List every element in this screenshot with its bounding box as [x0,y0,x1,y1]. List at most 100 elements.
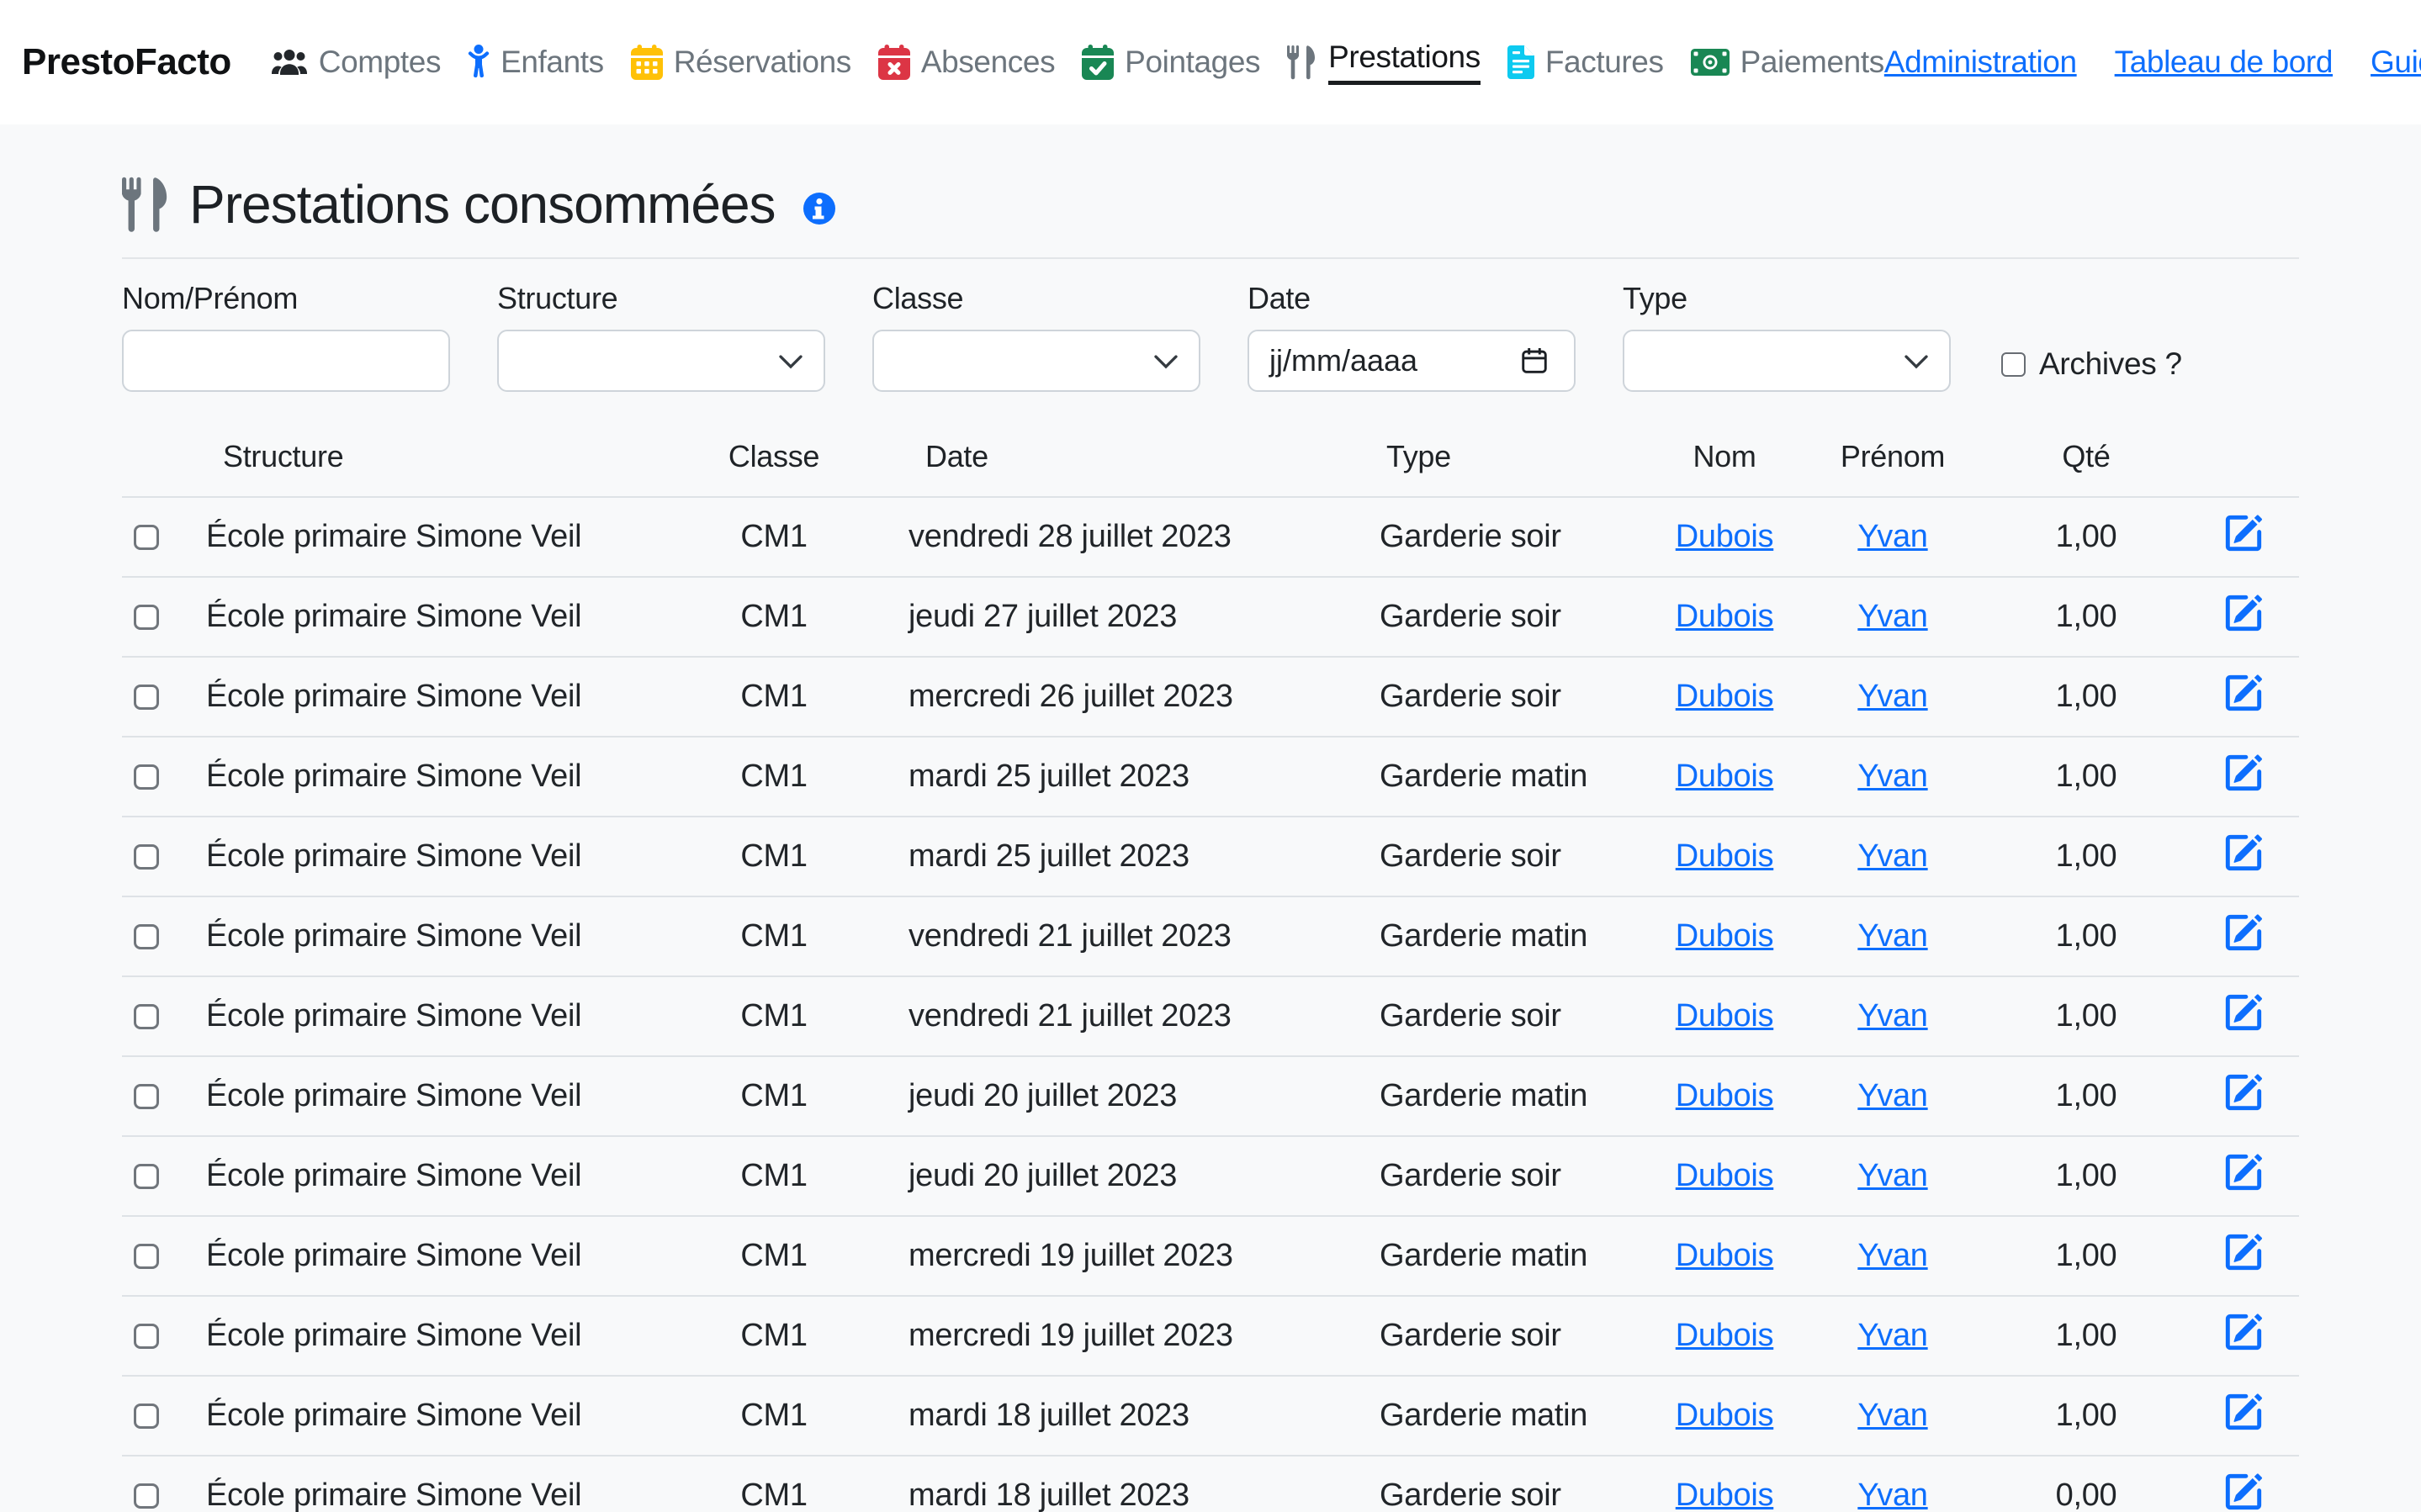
prenom-link[interactable]: Yvan [1857,1158,1927,1193]
nom-link[interactable]: Dubois [1676,759,1774,794]
prenom-link[interactable]: Yvan [1857,1478,1927,1512]
classe-cell: CM1 [673,657,875,737]
row-checkbox[interactable] [134,924,159,949]
row-checkbox[interactable] [134,1164,159,1189]
row-checkbox[interactable] [134,1244,159,1269]
table-row: École primaire Simone Veil CM1 jeudi 20 … [122,1056,2299,1136]
nom-link[interactable]: Dubois [1676,838,1774,874]
prenom-link[interactable]: Yvan [1857,1318,1927,1353]
row-checkbox[interactable] [134,1483,159,1509]
classe-cell: CM1 [673,896,875,976]
administration-link[interactable]: Administration [1884,45,2077,80]
edit-row-button[interactable] [2224,1313,2263,1351]
table-row: École primaire Simone Veil CM1 jeudi 27 … [122,577,2299,657]
qte-cell: 1,00 [1985,577,2187,657]
guide-link[interactable]: Guide [2371,45,2421,80]
header-actions [2187,424,2299,497]
classe-cell: CM1 [673,1056,875,1136]
nav-item-comptes[interactable]: Comptes [271,45,441,80]
prenom-link[interactable]: Yvan [1857,679,1927,714]
money-bill-icon [1691,49,1730,76]
edit-row-button[interactable] [2224,1233,2263,1271]
date-cell: mercredi 19 juillet 2023 [875,1216,1346,1296]
edit-row-button[interactable] [2224,833,2263,872]
nom-link[interactable]: Dubois [1676,1078,1774,1113]
qte-cell: 1,00 [1985,1136,2187,1216]
nom-link[interactable]: Dubois [1676,918,1774,954]
nav-item-prestations[interactable]: Prestations [1287,40,1481,85]
edit-row-button[interactable] [2224,993,2263,1032]
edit-row-button[interactable] [2224,753,2263,792]
nom-link[interactable]: Dubois [1676,679,1774,714]
nom-link[interactable]: Dubois [1676,998,1774,1034]
archives-checkbox[interactable] [2001,352,2026,377]
archives-label: Archives ? [2039,346,2182,382]
row-checkbox[interactable] [134,605,159,630]
type-select[interactable] [1623,330,1951,392]
prenom-link[interactable]: Yvan [1857,519,1927,554]
nom-link[interactable]: Dubois [1676,1158,1774,1193]
header-structure: Structure [206,424,673,497]
row-checkbox[interactable] [134,685,159,710]
edit-row-button[interactable] [2224,1153,2263,1192]
type-filter-group: Type [1623,281,1951,392]
calendar-glyph-icon[interactable] [1520,346,1549,375]
nom-link[interactable]: Dubois [1676,1318,1774,1353]
edit-row-button[interactable] [2224,514,2263,552]
prenom-link[interactable]: Yvan [1857,1398,1927,1433]
date-input[interactable]: jj/mm/aaaa [1248,330,1576,392]
edit-row-button[interactable] [2224,674,2263,712]
pencil-square-icon [2224,833,2263,872]
table-row: École primaire Simone Veil CM1 mercredi … [122,1216,2299,1296]
nom-link[interactable]: Dubois [1676,1238,1774,1273]
prenom-link[interactable]: Yvan [1857,1078,1927,1113]
nom-link[interactable]: Dubois [1676,599,1774,634]
edit-row-button[interactable] [2224,594,2263,632]
nav-item-reservations[interactable]: Réservations [631,45,851,80]
row-checkbox[interactable] [134,844,159,870]
classe-cell: CM1 [673,737,875,817]
name-input[interactable] [122,330,450,392]
table-row: École primaire Simone Veil CM1 vendredi … [122,976,2299,1056]
classe-cell: CM1 [673,1376,875,1456]
nav-item-factures[interactable]: Factures [1507,45,1664,80]
row-checkbox[interactable] [134,1004,159,1029]
nav-item-pointages[interactable]: Pointages [1082,45,1260,80]
table-row: École primaire Simone Veil CM1 jeudi 20 … [122,1136,2299,1216]
row-checkbox[interactable] [134,525,159,550]
prenom-link[interactable]: Yvan [1857,759,1927,794]
qte-cell: 1,00 [1985,657,2187,737]
nom-link[interactable]: Dubois [1676,1478,1774,1512]
brand-logo[interactable]: PrestoFacto [22,41,231,83]
prenom-link[interactable]: Yvan [1857,1238,1927,1273]
nav-item-enfants[interactable]: Enfants [468,45,604,80]
calendar-x-icon [878,45,910,80]
users-icon [271,49,308,76]
nom-link[interactable]: Dubois [1676,1398,1774,1433]
prenom-link[interactable]: Yvan [1857,599,1927,634]
row-checkbox[interactable] [134,1404,159,1429]
nom-link[interactable]: Dubois [1676,519,1774,554]
nav-item-paiements[interactable]: Paiements [1691,45,1884,80]
edit-row-button[interactable] [2224,1393,2263,1431]
row-checkbox[interactable] [134,1084,159,1109]
pencil-square-icon [2224,1472,2263,1511]
qte-cell: 1,00 [1985,737,2187,817]
row-checkbox[interactable] [134,1324,159,1349]
utensils-icon [1287,45,1317,80]
edit-row-button[interactable] [2224,1472,2263,1511]
classe-cell: CM1 [673,577,875,657]
row-checkbox[interactable] [134,764,159,790]
classe-select[interactable] [872,330,1200,392]
edit-row-button[interactable] [2224,913,2263,952]
nav-item-absences[interactable]: Absences [878,45,1055,80]
structure-select[interactable] [497,330,825,392]
header-type: Type [1346,424,1649,497]
edit-row-button[interactable] [2224,1073,2263,1112]
prenom-link[interactable]: Yvan [1857,918,1927,954]
dashboard-link[interactable]: Tableau de bord [2115,45,2333,80]
prenom-link[interactable]: Yvan [1857,998,1927,1034]
prenom-link[interactable]: Yvan [1857,838,1927,874]
navbar: PrestoFacto Comptes Enfants [0,0,2421,124]
info-icon[interactable] [803,192,836,225]
